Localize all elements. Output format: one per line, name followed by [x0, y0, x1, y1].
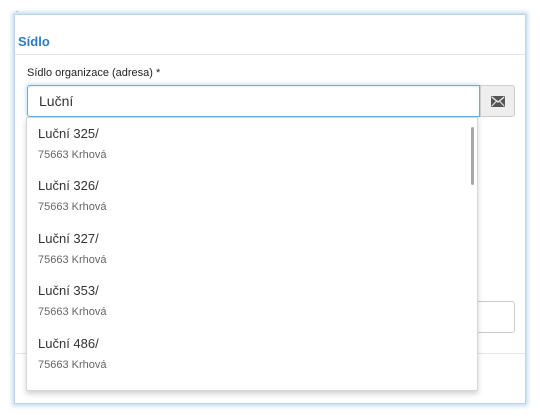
suggestion-city: 75663 Krhová [38, 359, 107, 371]
suggestion-city: 75663 Krhová [38, 201, 107, 213]
suggestion-item[interactable]: Luční 486/ 75663 Krhová [27, 328, 467, 380]
envelope-icon [490, 95, 505, 107]
panel-header: Sídlo [15, 15, 525, 55]
suggestion-city: 75663 Krhová [38, 306, 107, 318]
suggestion-item[interactable]: Luční 327/ 75663 Krhová [27, 223, 467, 275]
suggestion-city: 75663 Krhová [38, 149, 107, 161]
dropdown-scrollbar[interactable] [469, 118, 477, 390]
suggestion-item[interactable]: Luční 325/ 75663 Krhová [27, 118, 467, 170]
address-field-label: Sídlo organizace (adresa) * [27, 67, 161, 79]
address-input[interactable] [27, 85, 480, 117]
scrollbar-thumb[interactable] [471, 127, 474, 185]
suggestion-item[interactable]: Luční 326/ 75663 Krhová [27, 170, 467, 222]
suggestion-city: 75663 Krhová [38, 254, 107, 266]
section-title: Sídlo [18, 34, 50, 49]
suggestion-street: Luční 353/ [38, 283, 99, 298]
suggestion-street: Luční 486/ [38, 336, 99, 351]
address-suggestions-dropdown[interactable]: Luční 325/ 75663 Krhová Luční 326/ 75663… [26, 117, 478, 391]
page-marker: . [16, 5, 19, 14]
suggestion-street: Luční 325/ [38, 126, 99, 141]
suggestion-street: Luční 326/ [38, 178, 99, 193]
address-envelope-button[interactable] [480, 85, 515, 117]
suggestion-item[interactable]: Luční 353/ 75663 Krhová [27, 275, 467, 327]
suggestion-street: Luční 327/ [38, 231, 99, 246]
